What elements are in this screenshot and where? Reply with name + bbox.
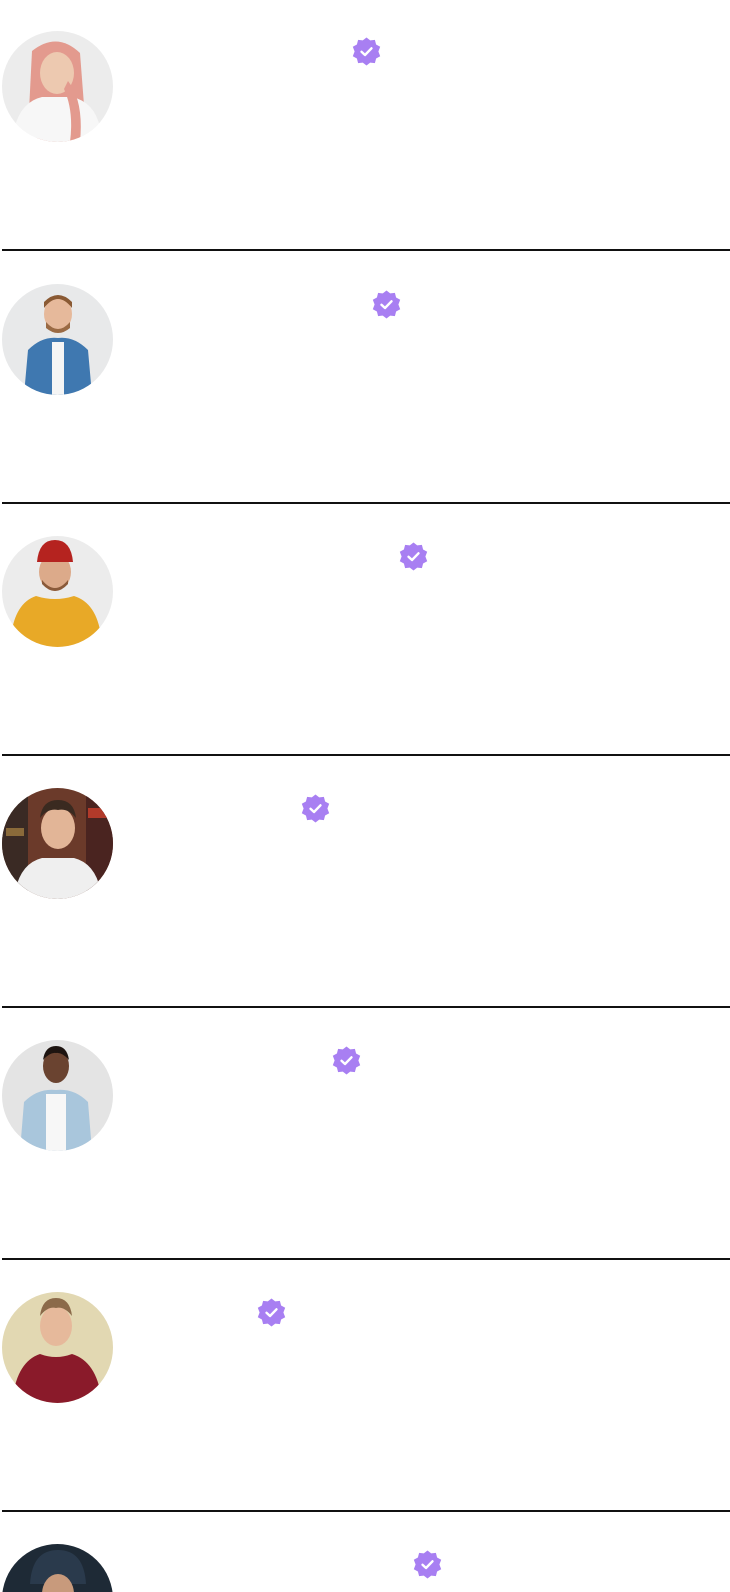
divider: [2, 754, 730, 756]
avatar-image: [2, 1292, 113, 1403]
verified-icon: [371, 289, 402, 320]
divider: [2, 1006, 730, 1008]
avatar[interactable]: [2, 788, 113, 899]
list-item[interactable]: [0, 1275, 730, 1530]
avatar-image: [2, 284, 113, 395]
avatar[interactable]: [2, 1040, 113, 1151]
avatar[interactable]: [2, 284, 113, 395]
list-item[interactable]: [0, 510, 730, 765]
verified-icon: [300, 793, 331, 824]
avatar[interactable]: [2, 1544, 113, 1592]
avatar-image: [2, 1040, 113, 1151]
user-list: [0, 0, 730, 1592]
divider: [2, 1258, 730, 1260]
list-item[interactable]: [0, 1530, 730, 1592]
avatar-image: [2, 788, 113, 899]
list-item[interactable]: [0, 1020, 730, 1275]
list-item[interactable]: [0, 0, 730, 255]
verified-icon: [351, 36, 382, 67]
list-item[interactable]: [0, 765, 730, 1020]
divider: [2, 502, 730, 504]
avatar[interactable]: [2, 536, 113, 647]
avatar[interactable]: [2, 31, 113, 142]
avatar-image: [2, 536, 113, 647]
avatar-image: [2, 1544, 113, 1592]
verified-icon: [331, 1045, 362, 1076]
divider: [2, 1510, 730, 1512]
verified-icon: [412, 1549, 443, 1580]
avatar[interactable]: [2, 1292, 113, 1403]
divider: [2, 249, 730, 251]
verified-icon: [398, 541, 429, 572]
list-item[interactable]: [0, 255, 730, 510]
verified-icon: [256, 1297, 287, 1328]
avatar-image: [2, 31, 113, 142]
